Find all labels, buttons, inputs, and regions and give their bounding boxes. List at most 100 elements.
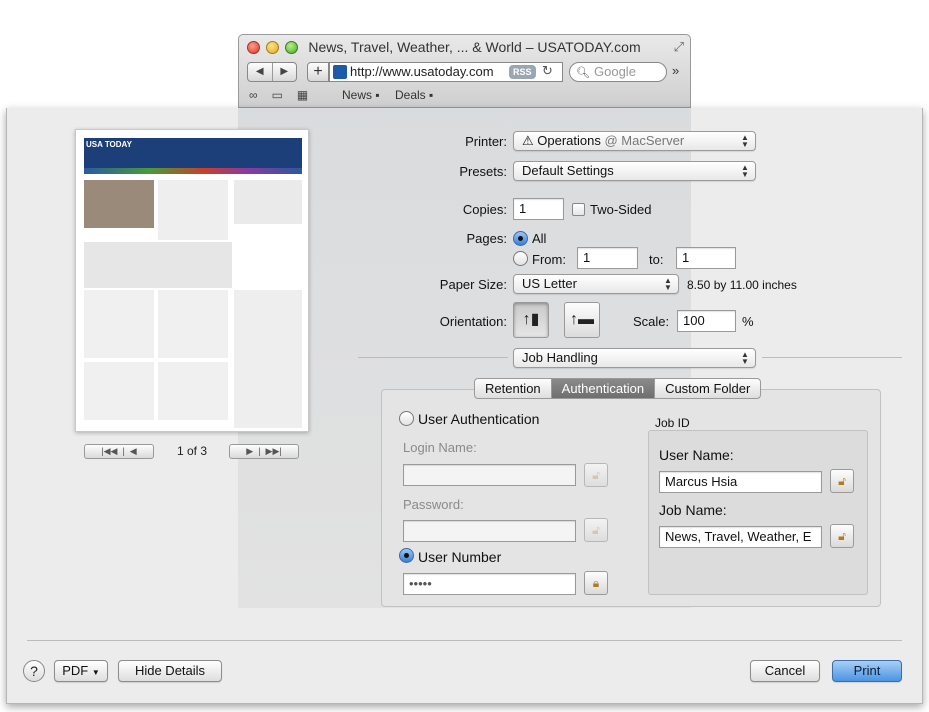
paper-size-value: US Letter [522, 276, 577, 291]
preview-life [158, 362, 228, 420]
login-name-input[interactable] [403, 464, 576, 486]
preview-logo: USA TODAY [86, 140, 132, 149]
bookmark-deals[interactable]: Deals ▪ [395, 88, 433, 102]
tab-retention[interactable]: Retention [475, 379, 552, 398]
paper-size-label: Paper Size: [439, 277, 507, 292]
pages-from-radio[interactable] [513, 251, 528, 266]
first-prev-page-buttons[interactable]: |◀◀ | ◀ [84, 444, 154, 459]
bookmark-news[interactable]: News ▪ [342, 88, 380, 102]
next-last-page-buttons[interactable]: ▶ | ▶▶| [229, 444, 299, 459]
preview-nav [84, 168, 302, 174]
separator-right [762, 357, 902, 358]
reading-list-icon[interactable]: ∞ [249, 88, 258, 102]
presets-label: Presets: [459, 164, 507, 179]
pdf-label: PDF [62, 663, 89, 678]
pages-from-label: From: [532, 252, 566, 267]
preview-section-2 [158, 290, 228, 358]
pages-all-label: All [532, 231, 547, 246]
job-name-input[interactable]: News, Travel, Weather, E [659, 526, 822, 548]
warning-icon: ⚠ [522, 133, 534, 148]
job-name-lock-icon[interactable]: 🔓︎ [830, 524, 854, 548]
presets-popup[interactable]: Default Settings ▲ ▼ [513, 161, 756, 181]
user-number-input[interactable]: ••••• [403, 573, 576, 595]
bookmark-toolbar-icons: ∞ ▭ ▦ [249, 88, 308, 102]
password-lock-icon[interactable]: 🔓︎ [584, 518, 608, 542]
scale-input[interactable]: 100 [677, 310, 736, 332]
preview-headlines [158, 180, 228, 240]
browser-window: News, Travel, Weather, ... & World – USA… [238, 34, 691, 108]
printer-popup[interactable]: ⚠ Operations @ MacServer ▲ ▼ [513, 131, 756, 151]
hide-details-button[interactable]: Hide Details [118, 660, 222, 682]
user-name-lock-icon[interactable]: 🔓︎ [830, 469, 854, 493]
presets-value: Default Settings [522, 163, 614, 178]
job-id-title: Job ID [655, 416, 690, 430]
preview-sports [84, 362, 154, 420]
back-button[interactable]: ◀ [248, 63, 273, 81]
preview-top-picks [84, 242, 232, 288]
popup-arrows-icon: ▲ ▼ [741, 163, 749, 179]
job-handling-tabs: Retention Authentication Custom Folder [474, 378, 762, 399]
two-sided-checkbox[interactable] [572, 203, 585, 216]
cancel-button[interactable]: Cancel [750, 660, 820, 682]
chevron-more-icon[interactable]: » [672, 63, 679, 78]
page-indicator: 1 of 3 [176, 444, 208, 458]
fullscreen-icon[interactable]: ⤢ [674, 39, 684, 55]
popup-arrows-icon: ▲ ▼ [741, 350, 749, 366]
rss-button[interactable]: RSS [509, 65, 536, 79]
pages-from-input[interactable]: 1 [577, 247, 638, 269]
portrait-orientation-button[interactable]: ↑▮ [513, 302, 549, 338]
forward-button[interactable]: ▶ [273, 63, 297, 81]
printer-location: @ MacServer [604, 133, 685, 148]
print-button[interactable]: Print [832, 660, 902, 682]
section-popup-value: Job Handling [522, 350, 598, 365]
bottom-separator [27, 640, 902, 641]
preview-pager: |◀◀ | ◀ 1 of 3 ▶ | ▶▶| [84, 444, 299, 460]
search-input[interactable]: 🔍︎ Google [569, 62, 667, 82]
tab-authentication[interactable]: Authentication [551, 379, 656, 398]
user-authentication-label: User Authentication [418, 411, 540, 427]
job-name-label: Job Name: [659, 502, 727, 518]
copies-input[interactable]: 1 [513, 198, 564, 220]
printer-name: Operations [537, 133, 601, 148]
orientation-label: Orientation: [439, 314, 507, 329]
popup-arrows-icon: ▲ ▼ [664, 276, 672, 292]
password-input[interactable] [403, 520, 576, 542]
user-name-label: User Name: [659, 447, 734, 463]
paper-size-popup[interactable]: US Letter ▲ ▼ [513, 274, 679, 294]
chevron-down-icon: ▼ [91, 668, 100, 677]
user-number-radio[interactable] [399, 548, 414, 563]
two-sided-label: Two-Sided [590, 202, 652, 217]
preview-header: USA TODAY [84, 138, 302, 168]
separator-left [358, 357, 508, 358]
popup-arrows-icon: ▲ ▼ [741, 133, 749, 149]
password-label: Password: [403, 497, 464, 512]
favicon-icon [333, 65, 347, 79]
back-forward-buttons: ◀ ▶ [247, 62, 297, 82]
user-authentication-radio[interactable] [399, 411, 414, 426]
portrait-icon: ▮ [530, 311, 540, 328]
help-button[interactable]: ? [23, 660, 45, 682]
pages-label: Pages: [466, 231, 507, 246]
login-lock-icon[interactable]: 🔓︎ [584, 463, 608, 487]
copies-label: Copies: [462, 202, 507, 217]
browser-title: News, Travel, Weather, ... & World – USA… [308, 39, 641, 55]
pdf-menu-button[interactable]: PDF ▼ [54, 660, 108, 682]
landscape-orientation-button[interactable]: ↑▬ [564, 302, 600, 338]
user-name-input[interactable]: Marcus Hsia [659, 471, 822, 493]
landscape-icon: ▬ [578, 311, 594, 328]
pages-to-label: to: [649, 252, 664, 267]
paper-dimensions: 8.50 by 11.00 inches [687, 278, 797, 292]
tab-custom-folder[interactable]: Custom Folder [655, 379, 760, 398]
login-name-label: Login Name: [403, 440, 477, 455]
printer-label: Printer: [465, 134, 507, 149]
section-popup[interactable]: Job Handling ▲ ▼ [513, 348, 756, 368]
add-bookmark-button[interactable]: + [307, 62, 329, 82]
top-sites-icon[interactable]: ▦ [297, 88, 308, 102]
pages-to-input[interactable]: 1 [676, 247, 736, 269]
user-number-lock-icon[interactable]: 🔒︎ [584, 571, 608, 595]
preview-section-1 [84, 290, 154, 358]
bookmarks-book-icon[interactable]: ▭ [272, 88, 283, 102]
reload-icon[interactable]: ↻ [542, 63, 553, 79]
preview-weather [234, 180, 302, 224]
pages-all-radio[interactable] [513, 231, 528, 246]
